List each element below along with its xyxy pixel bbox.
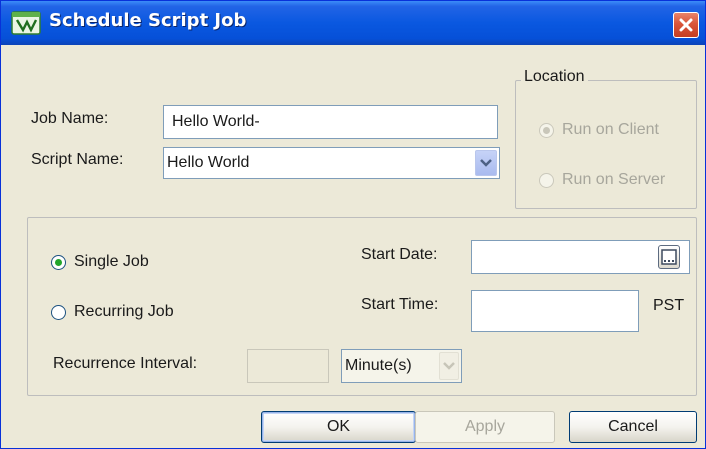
radio-selected-indicator: [51, 254, 66, 270]
recurrence-interval-label: Recurrence Interval:: [53, 355, 198, 372]
location-group: [515, 80, 697, 209]
recurring-job-radio[interactable]: Recurring Job: [51, 303, 174, 321]
run-on-client-label: Run on Client: [562, 121, 659, 138]
recurrence-unit-value: Minute(s): [345, 357, 412, 374]
recurrence-unit-dropdown[interactable]: Minute(s): [341, 349, 462, 383]
start-date-label: Start Date:: [361, 246, 438, 263]
apply-button-label: Apply: [464, 418, 506, 435]
script-name-label: Script Name:: [31, 151, 124, 168]
script-name-value: Hello World: [167, 154, 250, 171]
location-group-title: Location: [521, 68, 588, 86]
schedule-script-job-dialog: Schedule Script Job Job Name: Hello Worl…: [0, 0, 706, 449]
single-job-label: Single Job: [74, 253, 149, 270]
close-icon: [679, 18, 693, 32]
single-job-radio[interactable]: Single Job: [51, 253, 149, 271]
script-name-dropdown-button[interactable]: [475, 150, 497, 176]
chevron-down-icon: [480, 159, 492, 167]
recurrence-interval-field[interactable]: [247, 349, 329, 383]
script-name-dropdown[interactable]: Hello World: [163, 147, 500, 179]
run-on-server-label: Run on Server: [562, 171, 666, 188]
job-name-label: Job Name:: [31, 110, 109, 127]
radio-selected-indicator: [539, 122, 554, 138]
recurrence-unit-dropdown-button[interactable]: [439, 352, 459, 380]
radio-indicator: [539, 172, 554, 188]
apply-button[interactable]: Apply: [415, 411, 555, 443]
recurring-job-label: Recurring Job: [74, 303, 174, 320]
app-icon: [11, 11, 41, 35]
timezone-label: PST: [653, 297, 685, 314]
job-name-field[interactable]: Hello World-: [163, 105, 498, 139]
close-button[interactable]: [673, 12, 699, 38]
title-bar[interactable]: Schedule Script Job: [1, 1, 705, 45]
run-on-client-radio[interactable]: Run on Client: [539, 121, 659, 139]
job-name-value: Hello World-: [172, 113, 260, 130]
ok-button[interactable]: OK: [261, 411, 416, 443]
chevron-down-icon: [443, 362, 455, 370]
run-on-server-radio[interactable]: Run on Server: [539, 171, 665, 189]
calendar-icon: [661, 249, 677, 265]
calendar-button[interactable]: [658, 245, 680, 269]
cancel-button[interactable]: Cancel: [569, 411, 697, 443]
cancel-button-label: Cancel: [608, 418, 658, 435]
window-title: Schedule Script Job: [49, 10, 247, 31]
start-time-label: Start Time:: [361, 296, 439, 313]
ok-button-label: OK: [326, 418, 351, 435]
start-time-field[interactable]: [471, 290, 639, 332]
radio-indicator: [51, 304, 66, 320]
